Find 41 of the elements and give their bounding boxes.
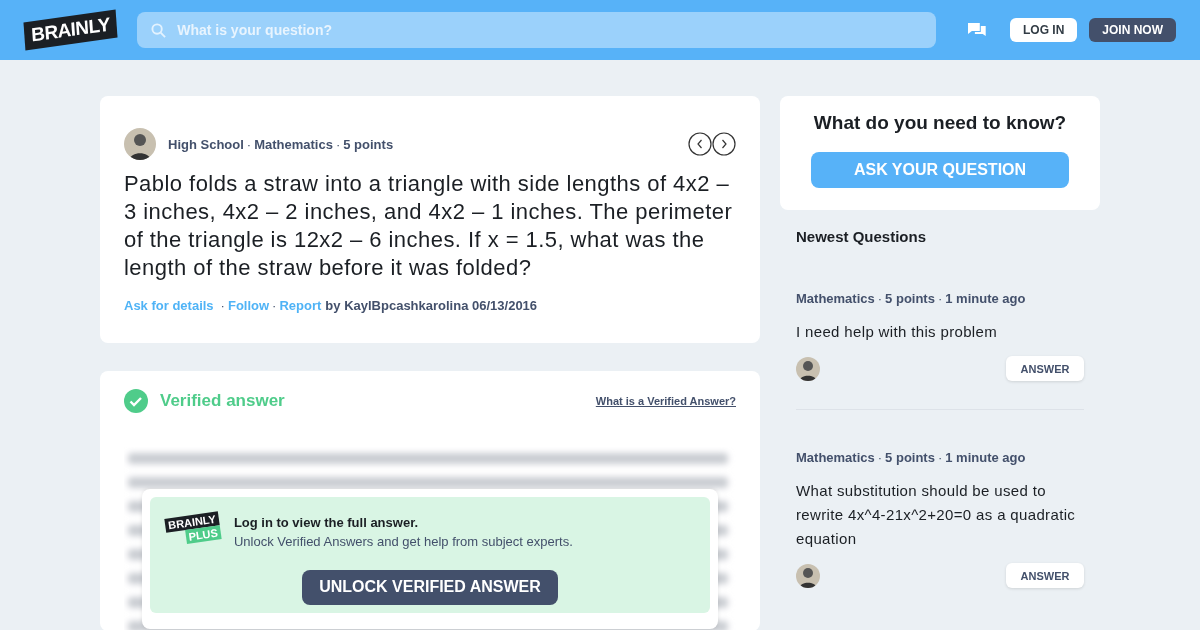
- question-meta: 5 points: [885, 291, 935, 306]
- search-field[interactable]: What is your question?: [137, 12, 937, 48]
- question-text: Pablo folds a straw into a triangle with side lengths of 4x2 – 3 inches, 4x2 – 2 inches, and 4x2 – 1 inches. The perimeter of the triangle is 12x2 – 6 inches. If x = 1.5, what was the length of the straw before it was folded?: [124, 170, 734, 282]
- brainly-logo[interactable]: BRAINLY: [23, 9, 118, 51]
- ask-title: What do you need to know?: [812, 112, 1068, 134]
- question-meta: Mathematics: [796, 291, 875, 306]
- avatar: [796, 356, 820, 381]
- separator-dot: ·: [937, 450, 943, 465]
- separator-dot: ·: [335, 136, 341, 152]
- question-text[interactable]: I need help with this problem: [796, 320, 1084, 344]
- question-meta: 1 minute ago: [945, 291, 1026, 306]
- previous-icon[interactable]: [688, 132, 712, 156]
- separator-dot: ·: [877, 450, 883, 465]
- question-meta: 5 points: [885, 450, 935, 465]
- join-button[interactable]: JOIN NOW: [1089, 18, 1176, 42]
- separator-dot: ·: [937, 291, 943, 306]
- paywall-title: Log in to view the full answer.: [233, 515, 420, 530]
- avatar: [124, 128, 156, 160]
- separator-dot: ·: [877, 291, 883, 306]
- check-icon: [124, 389, 148, 413]
- answer-button[interactable]: ANSWER: [1006, 356, 1084, 381]
- verified-help-link[interactable]: What is a Verified Answer?: [595, 395, 736, 407]
- question-meta[interactable]: 5 points: [343, 136, 394, 152]
- search-icon: [151, 23, 167, 38]
- paywall-subtitle: Unlock Verified Answers and get help from subject experts.: [233, 534, 573, 549]
- answer-button[interactable]: ANSWER: [1006, 563, 1084, 588]
- question-meta[interactable]: High School: [168, 136, 244, 152]
- question-meta: Mathematics: [796, 450, 875, 465]
- next-icon[interactable]: [712, 132, 736, 156]
- question-meta[interactable]: Mathematics: [254, 136, 333, 152]
- verified-title: Verified answer: [160, 391, 285, 411]
- separator-dot: ·: [272, 298, 277, 313]
- unlock-button[interactable]: UNLOCK VERIFIED ANSWER: [302, 569, 558, 605]
- separator-dot: ·: [220, 298, 225, 313]
- separator-dot: ·: [246, 136, 252, 152]
- question-meta: 1 minute ago: [945, 450, 1026, 465]
- avatar: [796, 563, 820, 588]
- question-text[interactable]: What substitution should be used to rewrite 4x^4-21x^2+20=0 as a quadratic equation: [796, 479, 1084, 551]
- login-button[interactable]: LOG IN: [1010, 18, 1078, 42]
- newest-questions-title: Newest Questions: [796, 228, 928, 245]
- author-date: by KaylBpcashkarolina 06/13/2016: [325, 298, 538, 313]
